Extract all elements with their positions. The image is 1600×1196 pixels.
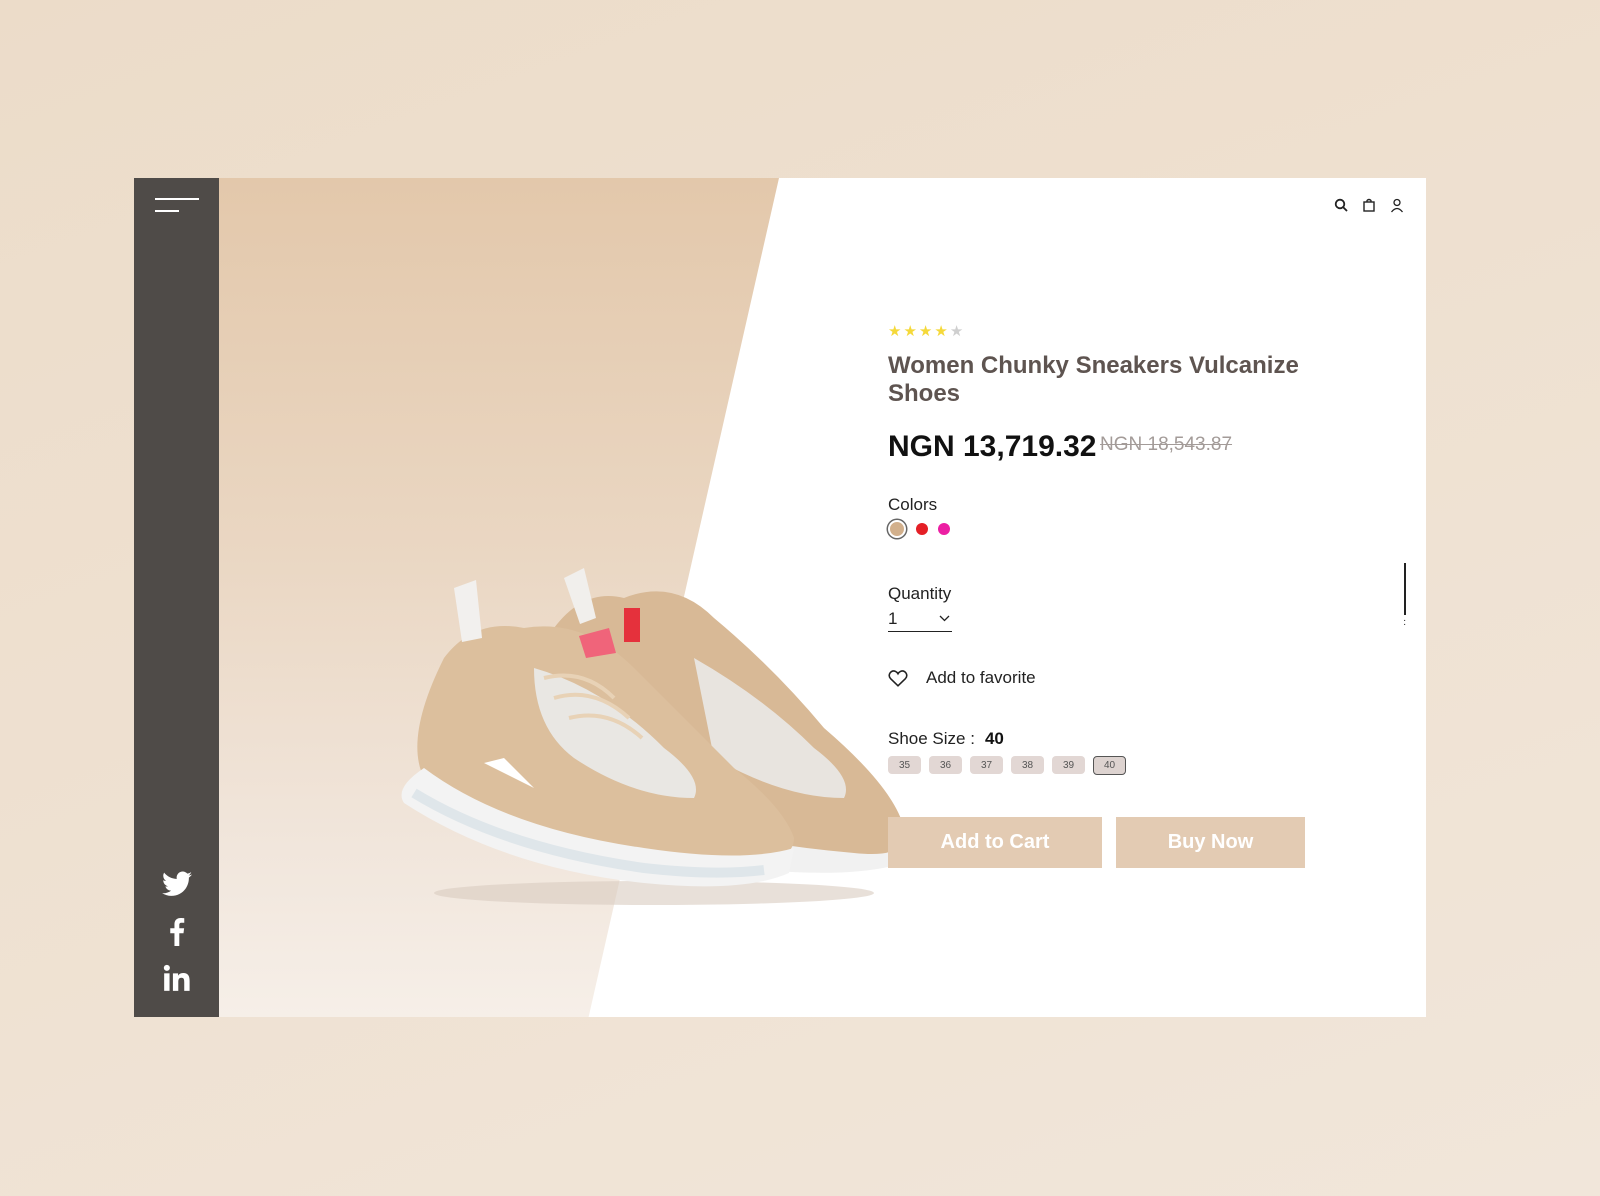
product-details: ★ ★ ★ ★ ★ Women Chunky Sneakers Vulcanize Sh…	[888, 178, 1408, 1017]
size-options: 35 36 37 38 39 40	[888, 756, 1126, 775]
star-icon: ★	[888, 323, 902, 340]
menu-icon[interactable]	[155, 198, 199, 216]
color-swatch[interactable]	[916, 523, 928, 535]
add-to-favorite-button[interactable]: Add to favorite	[888, 668, 1036, 688]
add-to-cart-button[interactable]: Add to Cart	[888, 817, 1102, 868]
sidebar	[134, 178, 219, 1017]
color-swatch[interactable]	[888, 520, 906, 538]
linkedin-icon[interactable]	[134, 964, 219, 992]
quantity-label: Quantity	[888, 584, 952, 603]
size-option[interactable]: 36	[929, 756, 962, 774]
facebook-icon[interactable]	[134, 918, 219, 946]
product-title: Women Chunky Sneakers Vulcanize Shoes	[888, 352, 1299, 407]
size-option[interactable]: 40	[1093, 756, 1126, 775]
buy-now-button[interactable]: Buy Now	[1116, 817, 1305, 868]
shoe-size-row: Shoe Size : 40	[888, 729, 1004, 749]
star-icon: ★	[934, 323, 948, 340]
product-card: · · ★ ★ ★ ★ ★ Women Chunky Sneakers Vulcanize…	[134, 178, 1426, 1017]
size-option[interactable]: 39	[1052, 756, 1085, 774]
color-swatches	[888, 520, 950, 538]
current-price: NGN 13,719.32	[888, 430, 1097, 463]
chevron-down-icon	[939, 611, 950, 625]
quantity-value: 1	[888, 609, 898, 628]
colors-label: Colors	[888, 495, 938, 514]
size-option[interactable]: 37	[970, 756, 1003, 774]
star-icon: ★	[918, 323, 933, 340]
heart-icon	[888, 670, 908, 687]
original-price: NGN 18,543.87	[1100, 434, 1233, 455]
product-image	[401, 568, 904, 905]
color-swatch[interactable]	[938, 523, 950, 535]
size-option[interactable]: 35	[888, 756, 921, 774]
favorite-label: Add to favorite	[926, 668, 1036, 687]
size-option[interactable]: 38	[1011, 756, 1044, 774]
shoe-size-selected: 40	[984, 729, 1004, 748]
shoe-size-label: Shoe Size :	[888, 729, 975, 748]
star-icon: ★	[949, 323, 964, 340]
star-icon: ★	[903, 323, 917, 340]
twitter-icon[interactable]	[134, 871, 219, 897]
rating-stars: ★ ★ ★ ★ ★	[888, 324, 963, 339]
quantity-select[interactable]: 1	[888, 609, 952, 632]
